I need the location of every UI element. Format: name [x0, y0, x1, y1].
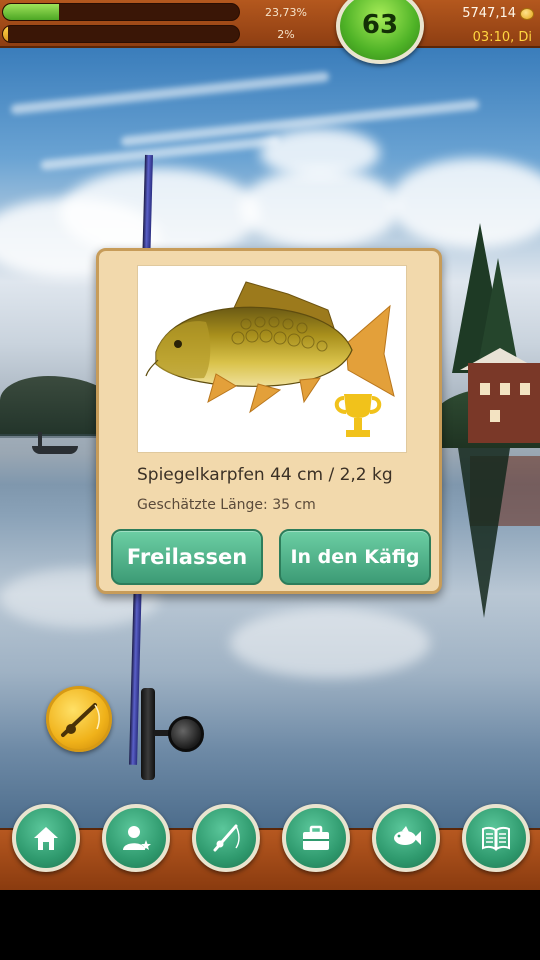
- book-icon: [482, 826, 510, 852]
- money-amount: 5747,14: [462, 6, 516, 21]
- secondary-progress-bar: [2, 25, 240, 43]
- fish-name-weight: Spiegelkarpfen 44 cm / 2,2 kg: [137, 465, 393, 485]
- nav-inventory-button[interactable]: [282, 804, 350, 872]
- cloud: [240, 168, 400, 248]
- nav-tackle-button[interactable]: [192, 804, 260, 872]
- house-window: [520, 383, 530, 395]
- estimated-length: Geschätzte Länge: 35 cm: [137, 497, 316, 513]
- cloud-reflection: [230, 608, 430, 678]
- xp-progress-fill: [3, 4, 59, 20]
- cloud-streak: [10, 71, 330, 115]
- angler-silhouette: [38, 432, 42, 446]
- fishing-reel: [168, 716, 204, 752]
- briefcase-icon: [303, 825, 329, 850]
- nav-guide-button[interactable]: [462, 804, 530, 872]
- bottom-nav: [0, 804, 540, 890]
- nav-home-button[interactable]: [12, 804, 80, 872]
- cloud: [60, 168, 260, 258]
- keep-net-button[interactable]: In den Käfig: [279, 529, 431, 585]
- top-hud: 23,73% 2% 5747,14 03:10, Di: [0, 0, 540, 48]
- rod-handle: [141, 688, 155, 780]
- profile-star-icon: [123, 826, 151, 850]
- home-icon: [34, 827, 58, 850]
- mirror-carp-image: [145, 281, 395, 437]
- cloud: [260, 128, 380, 178]
- catch-dialog: Spiegelkarpfen 44 cm / 2,2 kg Geschätzte…: [96, 248, 442, 594]
- pine-reflection: [458, 448, 510, 618]
- fish-icon: [394, 826, 421, 845]
- coin-icon: [520, 8, 534, 20]
- house-window: [480, 383, 490, 395]
- secondary-progress-fill: [3, 26, 8, 42]
- boat: [32, 446, 78, 454]
- nav-profile-button[interactable]: [102, 804, 170, 872]
- house: [468, 363, 540, 443]
- nav-fish-button[interactable]: [372, 804, 440, 872]
- secondary-percent: 2%: [277, 28, 295, 41]
- house-window: [490, 410, 500, 422]
- xp-percent: 23,73%: [265, 6, 307, 19]
- release-button[interactable]: Freilassen: [111, 529, 263, 585]
- rod-select-button[interactable]: [46, 686, 112, 752]
- fish-image-frame: [137, 265, 407, 453]
- level-number: 63: [361, 10, 399, 40]
- fishing-rod-icon: [213, 824, 240, 852]
- xp-progress-bar: [2, 3, 240, 21]
- trophy-icon: [334, 394, 382, 437]
- fishing-rod-icon: [61, 703, 100, 737]
- game-clock: 03:10, Di: [472, 30, 532, 45]
- house-window: [500, 383, 510, 395]
